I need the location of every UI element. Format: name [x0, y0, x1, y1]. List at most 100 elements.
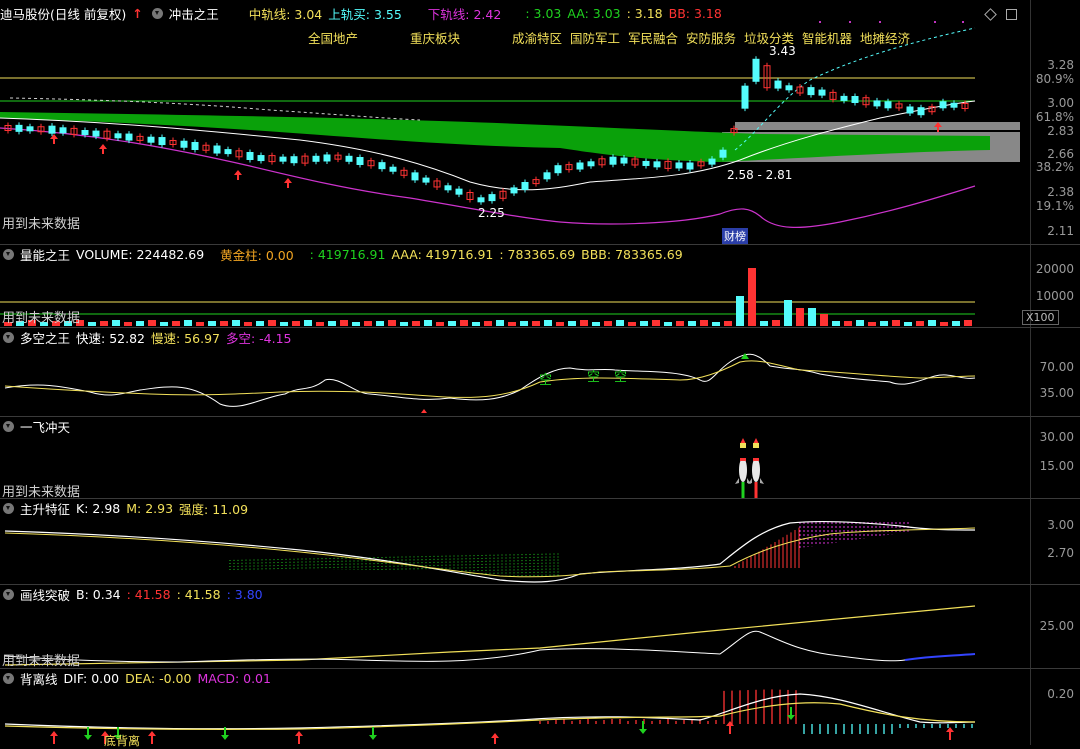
dk-header: 多空之王 快速: 52.82 慢速: 56.97 多空: -4.15	[0, 328, 292, 346]
volume-bar	[484, 321, 492, 326]
volume-bar	[616, 320, 624, 326]
volume-bar	[928, 320, 936, 326]
tick-main-4: 2.83	[1047, 124, 1074, 138]
volume-bar	[448, 321, 456, 326]
volume-bar	[280, 322, 288, 326]
volume-bar	[880, 321, 888, 326]
tick-main-2: 3.00	[1047, 96, 1074, 110]
yf-dropdown-icon[interactable]	[3, 420, 14, 432]
volume-bar	[796, 308, 804, 326]
volume-bar	[508, 322, 516, 326]
duokong-value: 多空: -4.15	[225, 330, 292, 346]
hx-value-2: : 41.58	[176, 586, 221, 602]
volume-bar	[772, 320, 780, 326]
volume-bar	[148, 320, 156, 326]
tick-bl-0: 0.20	[1047, 687, 1074, 701]
volume-bar	[700, 320, 708, 326]
volume-bar	[376, 321, 384, 326]
tick-main-8: 19.1%	[1035, 199, 1074, 213]
volume-indicator-name[interactable]: 量能之王	[20, 245, 70, 264]
zs-header: 主升特征 K: 2.98 M: 2.93 强度: 11.09	[0, 499, 248, 517]
volume-bar	[340, 320, 348, 326]
tick-main-9: 2.11	[1047, 224, 1074, 238]
volume-bar	[268, 320, 276, 326]
volume-bar	[412, 321, 420, 326]
volume-bar	[940, 322, 948, 326]
volume-bar	[328, 321, 336, 326]
strength-value: 强度: 11.09	[179, 501, 249, 517]
volume-bar	[964, 320, 972, 326]
volume-bar	[436, 322, 444, 326]
band-range-label: 2.58 - 2.81	[727, 168, 793, 182]
volume-bar	[160, 322, 168, 326]
volume-header: 量能之王 VOLUME: 224482.69 黄金柱: 0.00 : 41971…	[0, 245, 683, 263]
kong-marker-2: 空	[587, 370, 601, 385]
kong-marker-3: 空	[614, 370, 628, 385]
volume-bar	[208, 321, 216, 326]
volume-bar	[580, 320, 588, 326]
main-chart-svg[interactable]	[0, 0, 1030, 245]
volume-bar	[832, 321, 840, 326]
bl-dropdown-icon[interactable]	[3, 672, 14, 684]
yf-indicator-name[interactable]: 一飞冲天	[20, 417, 70, 436]
zs-dropdown-icon[interactable]	[3, 502, 14, 514]
volume-bar	[676, 321, 684, 326]
volume-bar	[724, 321, 732, 326]
dk-dropdown-icon[interactable]	[3, 331, 14, 343]
volume-bar	[640, 321, 648, 326]
dk-indicator-name[interactable]: 多空之王	[20, 328, 70, 347]
tick-yf-0: 30.00	[1039, 430, 1074, 444]
volume-bar	[868, 322, 876, 326]
hx-indicator-name[interactable]: 画线突破	[20, 585, 70, 604]
hx-header: 画线突破 B: 0.34 : 41.58 : 41.58 : 3.80	[0, 585, 263, 603]
volume-bar	[292, 321, 300, 326]
m-value: M: 2.93	[126, 500, 174, 516]
volume-dropdown-icon[interactable]	[3, 248, 14, 260]
volume-bar	[592, 322, 600, 326]
tick-dk-1: 35.00	[1039, 386, 1074, 400]
tick-main-7: 2.38	[1047, 185, 1074, 199]
aaa-value: AAA: 419716.91	[391, 246, 494, 262]
volume-bar	[760, 321, 768, 326]
volume-bar	[604, 321, 612, 326]
volume-bar	[220, 321, 228, 326]
volume-bar	[88, 322, 96, 326]
zs-indicator-name[interactable]: 主升特征	[20, 499, 70, 518]
fast-value: 快速: 52.82	[76, 330, 145, 346]
k-value: K: 2.98	[76, 500, 121, 516]
gold-bar-value: 黄金柱: 0.00	[220, 247, 294, 263]
volume-bar	[892, 320, 900, 326]
volume-bar	[256, 321, 264, 326]
volume-bar	[736, 296, 744, 326]
hx-value-1: : 41.58	[126, 586, 171, 602]
volume-bar	[400, 322, 408, 326]
tick-vol-0: 20000	[1035, 262, 1074, 276]
tick-hx-0: 25.00	[1039, 619, 1074, 633]
volume-bar	[628, 322, 636, 326]
tick-main-0: 3.28	[1047, 58, 1074, 72]
news-badge[interactable]: 财榜	[722, 228, 748, 244]
volume-bar	[196, 322, 204, 326]
volume-bar	[304, 320, 312, 326]
slow-value: 慢速: 56.97	[151, 330, 220, 346]
volume-bar	[112, 320, 120, 326]
hx-dropdown-icon[interactable]	[3, 588, 14, 600]
rocket-icon	[748, 438, 764, 498]
volume-bar	[124, 322, 132, 326]
tick-main-6: 38.2%	[1035, 160, 1074, 174]
volume-bar	[172, 321, 180, 326]
tick-zs-1: 2.70	[1047, 546, 1074, 560]
volume-bar	[784, 300, 792, 326]
tick-zs-0: 3.00	[1047, 518, 1074, 532]
volume-future-note: 用到未来数据	[2, 311, 81, 326]
tick-dk-0: 70.00	[1039, 360, 1074, 374]
low-price-label: 2.25	[478, 206, 505, 220]
volume-bar	[952, 321, 960, 326]
volume-bar	[748, 268, 756, 326]
volume-bar	[712, 322, 720, 326]
bl-indicator-name[interactable]: 背离线	[20, 669, 58, 688]
volume-bar	[232, 320, 240, 326]
volume-bar	[244, 322, 252, 326]
kong-marker-1: 空	[539, 373, 553, 388]
volume-bar	[664, 322, 672, 326]
